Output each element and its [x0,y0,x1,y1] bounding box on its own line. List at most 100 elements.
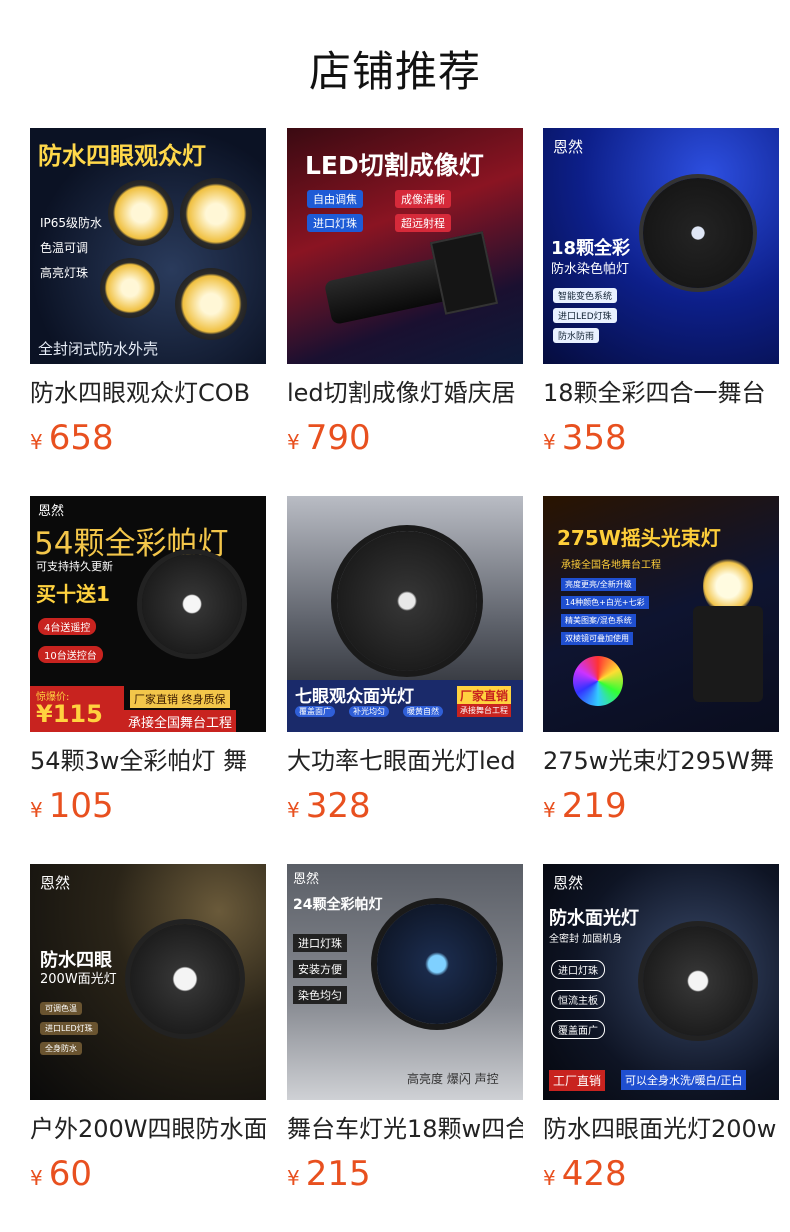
price-value: 328 [305,786,371,826]
page-title: 店铺推荐 [308,47,481,96]
product-name[interactable]: 大功率七眼面光灯led [287,746,523,776]
product-price: ¥658 [30,418,266,458]
price-value: 60 [48,1154,92,1194]
price-value: 658 [48,418,114,458]
image-headline: 防水面光灯 [549,908,639,929]
product-image-outdoor-200w-4-eye-waterproof-light[interactable]: 恩然 防水四眼 200W面光灯 可调色温 进口LED灯珠 全身防水 [30,864,266,1100]
image-feature: 染色均匀 [293,986,347,1004]
image-feature: 精美图案/混色系统 [561,614,636,627]
image-badge: 承接舞台工程 [457,704,511,717]
product-image-275w-moving-head-beam-light[interactable]: 275W摇头光束灯 承接全国各地舞台工程 亮度更亮/全新升级 14种颜色+白光+… [543,496,779,732]
image-feature: 14种颜色+白光+七彩 [561,596,649,609]
image-feature: 亮度更亮/全新升级 [561,578,636,591]
product-name[interactable]: 18颗全彩四合一舞台 [543,378,779,408]
image-subheadline: 200W面光灯 [40,972,117,987]
image-caption: 高亮度 爆闪 声控 [407,1072,499,1086]
currency-symbol: ¥ [30,1166,43,1190]
image-feature: 全身防水 [40,1042,82,1055]
product-image-waterproof-4-eye-face-light-200w[interactable]: 恩然 防水面光灯 全密封 加固机身 进口灯珠 恒流主板 覆盖面广 工厂直销 可以… [543,864,779,1100]
image-headline: 18颗全彩 [551,238,631,259]
image-badge: 厂家直销 [457,686,512,705]
image-banner: 承接全国舞台工程 [124,710,237,732]
product-card[interactable]: 七眼观众面光灯 覆盖面广 补光均匀 暖黄自然 厂家直销 承接舞台工程 大功率七眼… [287,496,523,826]
product-name[interactable]: 户外200W四眼防水面 [30,1114,266,1144]
image-price-value: ¥115 [36,700,103,728]
product-price: ¥358 [543,418,779,458]
image-headline: 防水四眼观众灯 [38,142,206,170]
image-headline: 275W摇头光束灯 [557,526,721,550]
price-value: 105 [48,786,114,826]
product-card[interactable]: 恩然 24颗全彩帕灯 进口灯珠 安装方便 染色均匀 高亮度 爆闪 声控 舞台车灯… [287,864,523,1194]
product-card[interactable]: 防水四眼观众灯 IP65级防水 色温可调 高亮灯珠 全封闭式防水外壳 防水四眼观… [30,128,266,458]
product-card[interactable]: 恩然 防水面光灯 全密封 加固机身 进口灯珠 恒流主板 覆盖面广 工厂直销 可以… [543,864,779,1194]
image-headline: 24颗全彩帕灯 [293,897,383,913]
image-headline: LED切割成像灯 [305,151,484,180]
image-feature: 暖黄自然 [403,706,443,717]
brand-logo-text: 恩然 [293,872,320,887]
brand-logo-text: 恩然 [38,504,65,519]
image-feature: IP65级防水 [40,216,103,230]
currency-symbol: ¥ [287,1166,300,1190]
image-badge: 可以全身水洗/暖白/正白 [621,1070,747,1090]
price-value: 790 [305,418,371,458]
image-feature: 色温可调 [40,241,89,255]
currency-symbol: ¥ [543,1166,556,1190]
image-headline: 七眼观众面光灯 [295,687,414,707]
product-card[interactable]: 恩然 18颗全彩 防水染色帕灯 智能变色系统 进口LED灯珠 防水防雨 18颗全… [543,128,779,458]
product-card[interactable]: 275W摇头光束灯 承接全国各地舞台工程 亮度更亮/全新升级 14种颜色+白光+… [543,496,779,826]
brand-logo-text: 恩然 [40,874,71,892]
product-name[interactable]: 防水四眼观众灯COB [30,378,266,408]
brand-logo-text: 恩然 [553,138,584,156]
product-image-54-full-color-par-light[interactable]: 恩然 54颗全彩帕灯 可支持持久更新 买十送1 4台送遥控 10台送控台 惊爆价… [30,496,266,732]
brand-logo-text: 恩然 [553,874,584,892]
image-feature: 防水防雨 [553,328,600,343]
product-card[interactable]: LED切割成像灯 自由调焦 成像清晰 进口灯珠 超远射程 led切割成像灯婚庆居… [287,128,523,458]
price-value: 219 [561,786,627,826]
image-feature: 进口灯珠 [307,214,363,232]
image-feature: 补光均匀 [349,706,389,717]
image-feature: 双棱镜可叠加使用 [561,632,633,645]
product-card[interactable]: 恩然 54颗全彩帕灯 可支持持久更新 买十送1 4台送遥控 10台送控台 惊爆价… [30,496,266,826]
product-price: ¥428 [543,1154,779,1194]
image-feature: 恒流主板 [551,990,605,1009]
image-subheadline: 全密封 加固机身 [549,934,623,945]
product-image-24-full-color-par-light[interactable]: 恩然 24颗全彩帕灯 进口灯珠 安装方便 染色均匀 高亮度 爆闪 声控 [287,864,523,1100]
image-subheadline: 防水染色帕灯 [551,262,630,277]
product-name[interactable]: 275w光束灯295W舞 [543,746,779,776]
product-price: ¥219 [543,786,779,826]
currency-symbol: ¥ [543,430,556,454]
product-image-18-full-color-par-light[interactable]: 恩然 18颗全彩 防水染色帕灯 智能变色系统 进口LED灯珠 防水防雨 [543,128,779,364]
image-feature: 进口灯珠 [293,934,347,952]
product-name[interactable]: led切割成像灯婚庆居 [287,378,523,408]
image-promo: 买十送1 [36,582,110,606]
image-badge: 工厂直销 [549,1070,606,1091]
image-feature: 进口LED灯珠 [553,308,617,323]
product-name[interactable]: 防水四眼面光灯200w [543,1114,779,1144]
currency-symbol: ¥ [543,798,556,822]
image-feature: 进口灯珠 [551,960,605,979]
image-feature: 可调色温 [40,1002,82,1015]
image-feature: 超远射程 [395,214,451,232]
product-image-7-eye-audience-face-light[interactable]: 七眼观众面光灯 覆盖面广 补光均匀 暖黄自然 厂家直销 承接舞台工程 [287,496,523,732]
image-feature: 覆盖面广 [551,1020,605,1039]
price-value: 215 [305,1154,371,1194]
image-feature: 覆盖面广 [295,706,335,717]
currency-symbol: ¥ [30,798,43,822]
product-image-led-profile-spot-light[interactable]: LED切割成像灯 自由调焦 成像清晰 进口灯珠 超远射程 [287,128,523,364]
image-feature: 成像清晰 [395,190,451,208]
product-name[interactable]: 舞台车灯光18颗w四合 [287,1114,523,1144]
product-card[interactable]: 恩然 防水四眼 200W面光灯 可调色温 进口LED灯珠 全身防水 户外200W… [30,864,266,1194]
product-name[interactable]: 54颗3w全彩帕灯 舞 [30,746,266,776]
image-feature: 安装方便 [293,960,347,978]
image-caption: 全封闭式防水外壳 [38,340,159,358]
image-feature: 智能变色系统 [553,288,618,303]
product-price: ¥60 [30,1154,266,1194]
product-image-waterproof-4-eye-audience-light[interactable]: 防水四眼观众灯 IP65级防水 色温可调 高亮灯珠 全封闭式防水外壳 [30,128,266,364]
image-subheadline: 可支持持久更新 [36,560,113,573]
currency-symbol: ¥ [287,430,300,454]
product-price: ¥105 [30,786,266,826]
image-promo-item: 4台送遥控 [38,618,97,635]
price-value: 428 [561,1154,627,1194]
image-feature: 进口LED灯珠 [40,1022,98,1035]
product-price: ¥328 [287,786,523,826]
